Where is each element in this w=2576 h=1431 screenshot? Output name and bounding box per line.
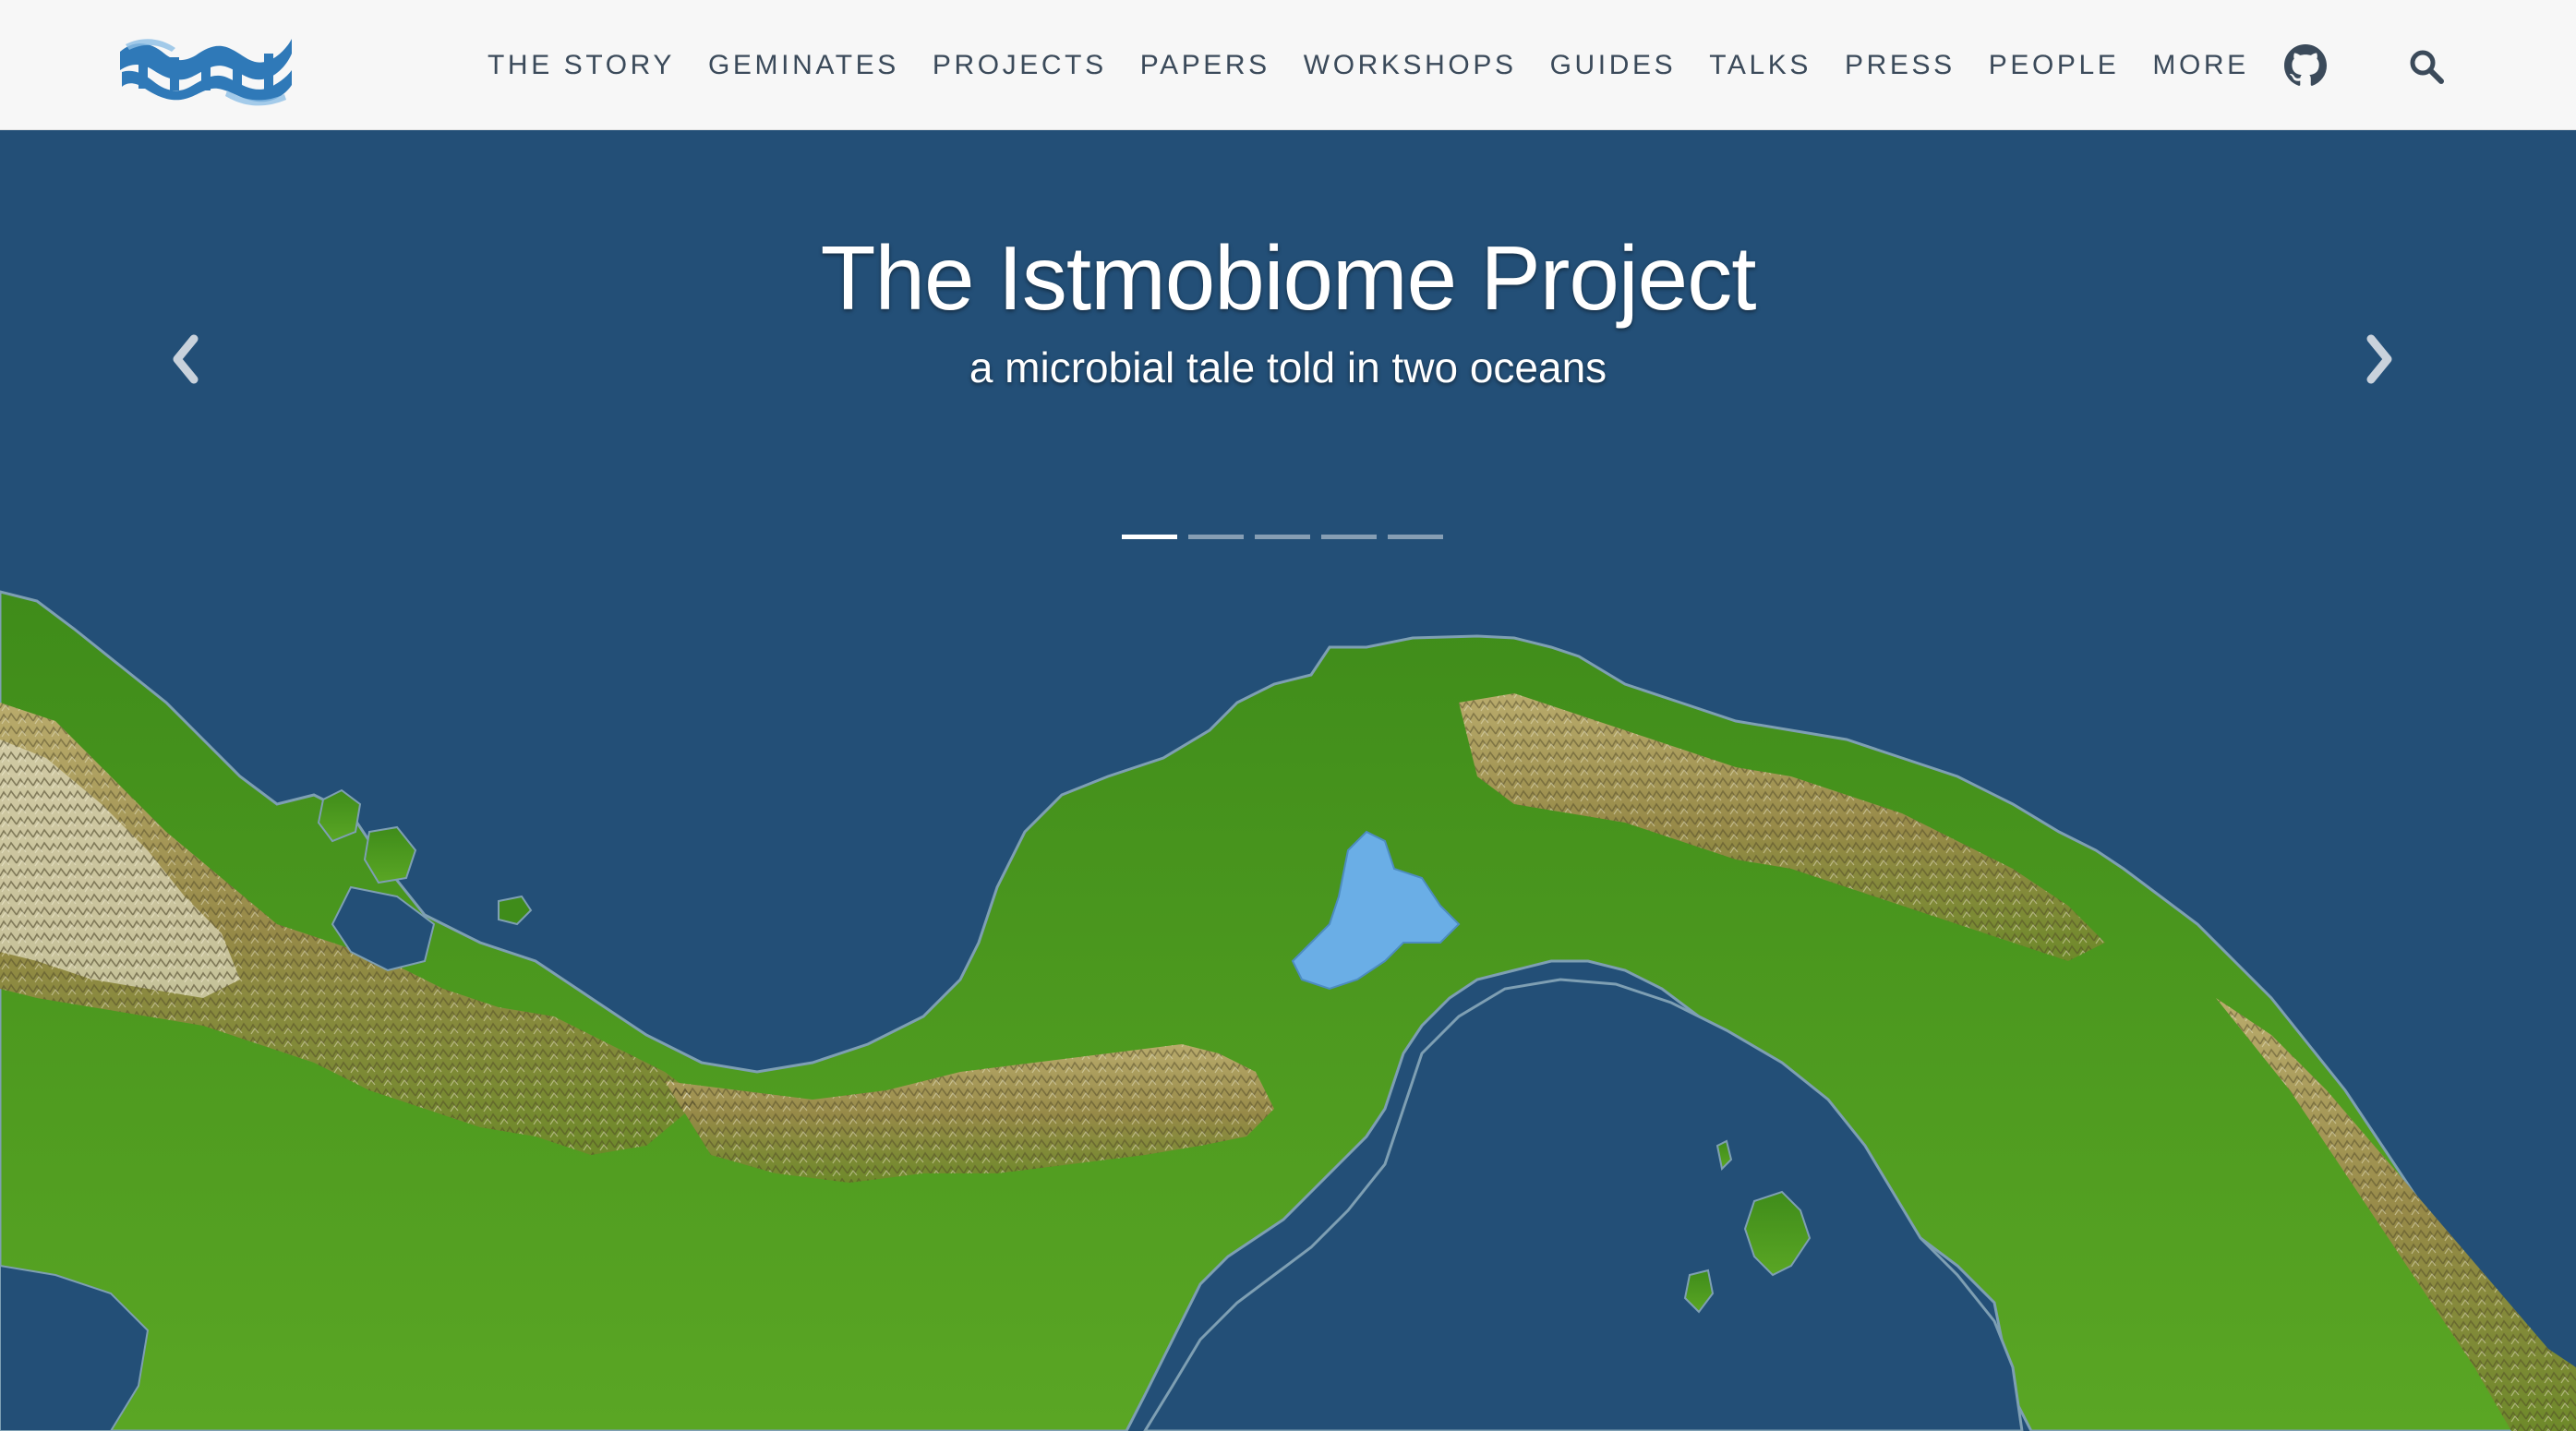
carousel-indicators: [1122, 535, 1454, 539]
chevron-right-icon[interactable]: [2362, 331, 2399, 387]
carousel-indicator-2[interactable]: [1188, 535, 1244, 539]
nav-item-people[interactable]: PEOPLE: [1989, 50, 2120, 81]
nav-item-papers[interactable]: PAPERS: [1140, 50, 1270, 81]
top-navbar: THE STORY GEMINATES PROJECTS PAPERS WORK…: [0, 0, 2576, 130]
nav-item-press[interactable]: PRESS: [1845, 50, 1956, 81]
nav-item-the-story[interactable]: THE STORY: [488, 50, 675, 81]
main-nav: THE STORY GEMINATES PROJECTS PAPERS WORK…: [488, 0, 2327, 130]
nav-item-geminates[interactable]: GEMINATES: [708, 50, 899, 81]
nav-item-more[interactable]: MORE: [2152, 50, 2248, 81]
nav-item-workshops[interactable]: WORKSHOPS: [1304, 50, 1517, 81]
search-icon[interactable]: [2408, 48, 2445, 85]
hero-title: The Istmobiome Project: [820, 227, 1757, 329]
carousel-indicator-5[interactable]: [1388, 535, 1443, 539]
carousel-indicator-1[interactable]: [1122, 535, 1177, 539]
nav-item-projects[interactable]: PROJECTS: [933, 50, 1107, 81]
carousel-indicator-3[interactable]: [1255, 535, 1310, 539]
github-icon[interactable]: [2283, 43, 2327, 87]
chevron-left-icon[interactable]: [166, 331, 203, 387]
hero-subtitle: a microbial tale told in two oceans: [969, 343, 1607, 391]
nav-item-talks[interactable]: TALKS: [1709, 50, 1812, 81]
site-logo[interactable]: [116, 26, 295, 107]
carousel-indicator-4[interactable]: [1321, 535, 1377, 539]
nav-item-guides[interactable]: GUIDES: [1550, 50, 1677, 81]
hero-carousel: The Istmobiome Project a microbial tale …: [0, 130, 2576, 1431]
